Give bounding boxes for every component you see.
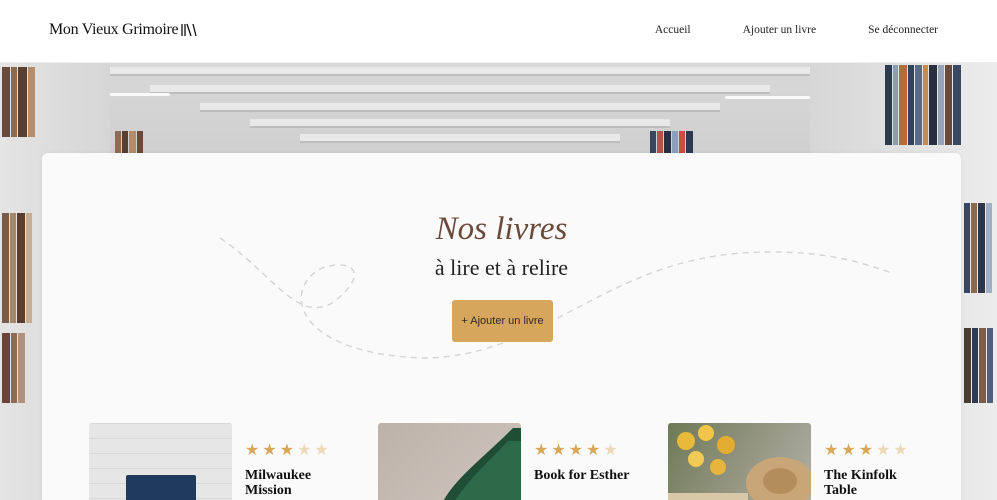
right-books-low — [964, 328, 993, 403]
star-icon: ★ — [245, 440, 260, 459]
page-subtitle: à lire et à relire — [434, 255, 569, 280]
book-cover-image — [89, 423, 232, 500]
main-nav: Accueil Ajouter un livre Se déconnecter — [603, 24, 938, 36]
book-rating: ★ ★ ★ ★ ★ — [245, 442, 329, 458]
star-icon: ★ — [858, 440, 874, 459]
right-books-mid — [964, 203, 992, 293]
book-rating: ★ ★ ★ ★ ★ — [824, 442, 908, 458]
logo-text: Mon Vieux Grimoire — [49, 21, 179, 38]
center-books-left — [115, 131, 143, 153]
ceiling — [110, 63, 810, 158]
star-icon: ★ — [551, 440, 566, 459]
book-title: The Kinfolk Table — [824, 468, 897, 498]
books-logo-icon — [181, 23, 197, 37]
nav-deconnexion[interactable]: Se déconnecter — [868, 24, 938, 36]
star-icon: ★ — [534, 440, 549, 459]
book-title: Milwaukee Mission — [245, 468, 312, 498]
page-title: Nos livres — [435, 211, 568, 247]
book-rating: ★ ★ ★ ★ ★ — [534, 442, 618, 458]
decorative-dashed-curve — [219, 237, 893, 359]
left-books-low — [2, 333, 25, 403]
star-icon: ★ — [568, 440, 584, 459]
add-book-button[interactable]: + Ajouter un livre — [452, 300, 553, 342]
star-icon: ★ — [841, 440, 856, 459]
star-icon: ★ — [262, 440, 277, 459]
book-cover-image — [378, 423, 521, 500]
right-books-top — [885, 65, 961, 145]
star-icon: ★ — [586, 440, 601, 459]
nav-ajouter-livre[interactable]: Ajouter un livre — [743, 24, 816, 36]
star-icon: ★ — [297, 440, 312, 459]
center-books-right — [650, 131, 693, 153]
nav-accueil[interactable]: Accueil — [655, 24, 691, 36]
book-card[interactable]: ★ ★ ★ ★ ★ Milwaukee Mission — [89, 423, 349, 500]
star-icon: ★ — [893, 440, 908, 459]
star-icon: ★ — [876, 440, 891, 459]
book-card[interactable]: ★ ★ ★ ★ ★ The Kinfolk Table — [668, 423, 928, 500]
star-icon: ★ — [603, 440, 618, 459]
star-icon: ★ — [824, 440, 839, 459]
site-header: Mon Vieux Grimoire Accueil Ajouter un li… — [0, 0, 997, 63]
left-books-top — [2, 67, 35, 137]
book-title: Book for Esther — [534, 468, 630, 483]
star-icon: ★ — [279, 440, 295, 459]
site-logo[interactable]: Mon Vieux Grimoire — [49, 21, 197, 39]
book-card[interactable]: ★ ★ ★ ★ ★ Book for Esther — [378, 423, 638, 500]
left-books-mid — [2, 213, 32, 323]
star-icon: ★ — [314, 440, 329, 459]
books-section: Nos livres à lire et à relire + Ajouter … — [42, 153, 961, 500]
book-cover-image — [668, 423, 811, 500]
